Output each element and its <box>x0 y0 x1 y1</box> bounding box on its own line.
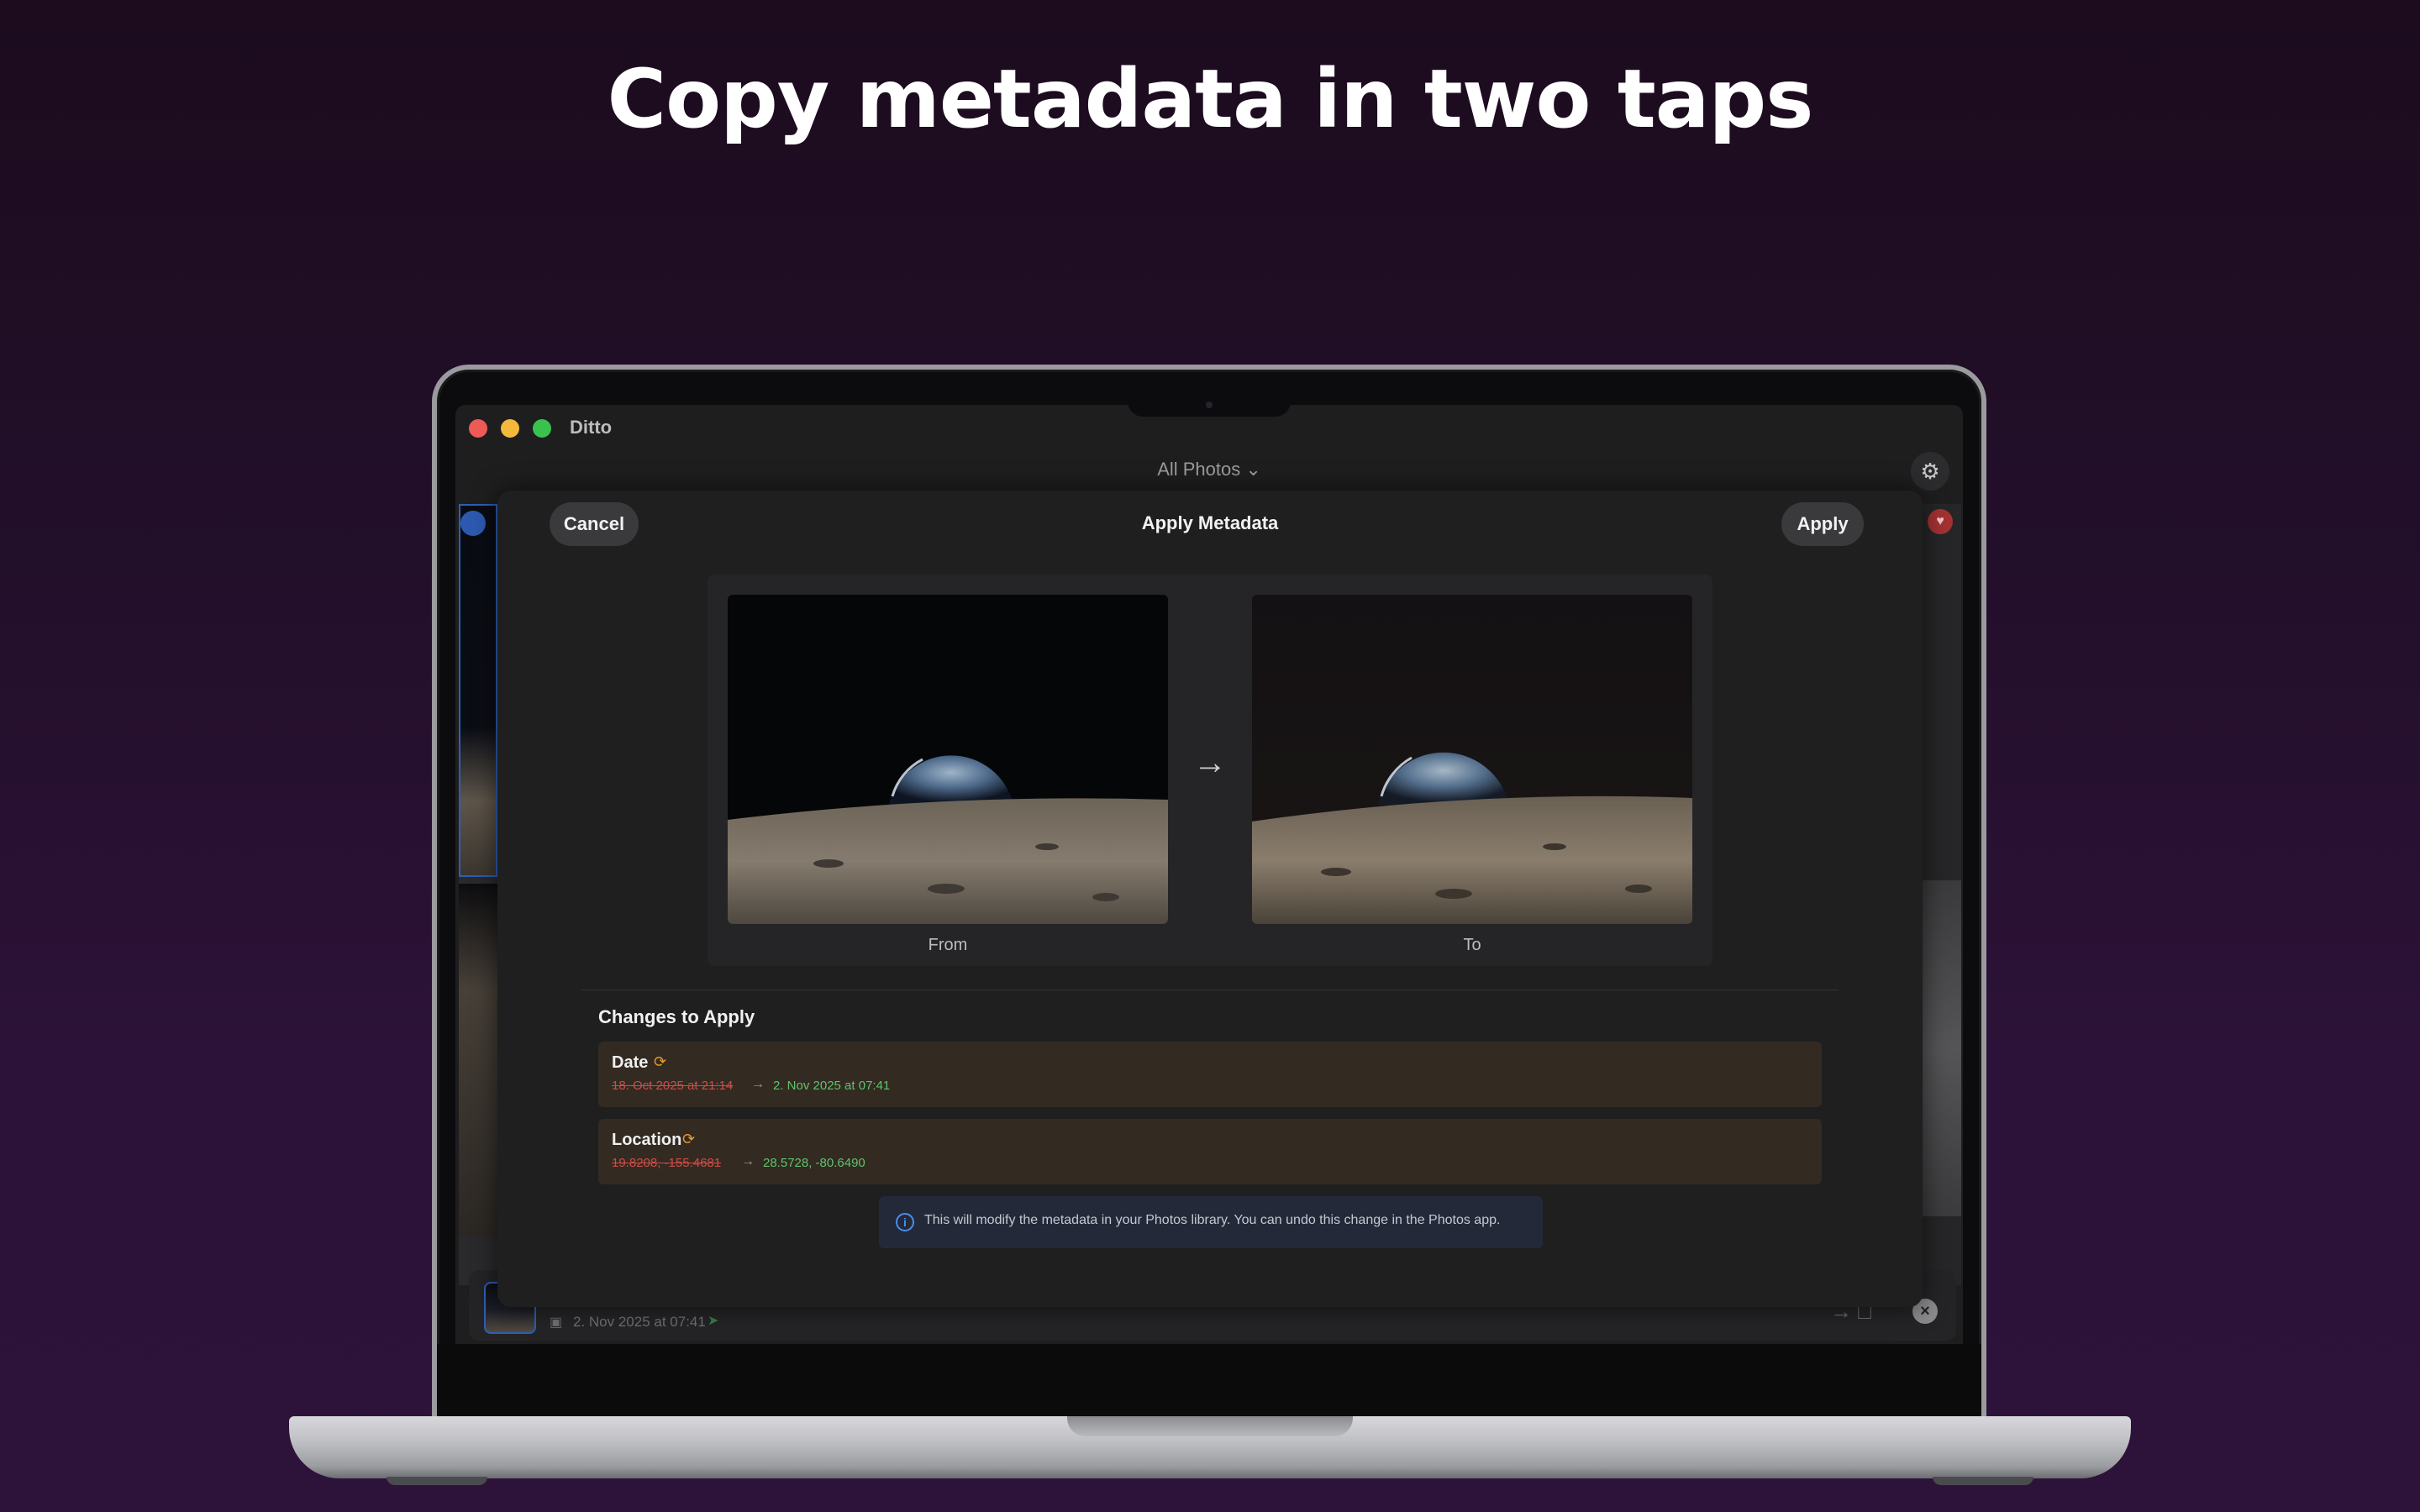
arrow-right-icon: → <box>741 1154 755 1168</box>
photo-comparison: From → To <box>708 575 1712 966</box>
to-caption: To <box>1463 936 1481 954</box>
settings-button[interactable]: ⚙ <box>1911 452 1949 491</box>
bottom-bar-date: 2. Nov 2025 at 07:41 <box>573 1314 706 1330</box>
heart-icon: ♥ <box>1928 509 1953 534</box>
laptop-foot-left <box>387 1477 487 1485</box>
laptop-opening-notch <box>1067 1416 1353 1436</box>
sheet-title: Apply Metadata <box>1141 512 1279 533</box>
apply-button[interactable]: Apply <box>1781 502 1864 546</box>
laptop-screen: Ditto All Photos ⌄ ⚙ ♥ ▣ 2. Nov 2025 at … <box>455 405 1963 1344</box>
background-photo-thumbnail[interactable] <box>1921 880 1961 1216</box>
change-row-date: Date ⟳ 18. Oct 2025 at 21:14 → 2. Nov 20… <box>598 1042 1822 1107</box>
laptop-foot-right <box>1933 1477 2033 1485</box>
laptop-chin <box>437 1344 1981 1416</box>
info-text: This will modify the metadata in your Ph… <box>924 1213 1501 1227</box>
change-label: Date <box>612 1053 649 1072</box>
info-icon: i <box>896 1213 914 1231</box>
album-picker-label: All Photos <box>1157 459 1241 480</box>
gear-icon: ⚙ <box>1920 459 1940 484</box>
zoom-window-button[interactable] <box>533 419 551 438</box>
from-caption: From <box>928 936 968 954</box>
sync-icon: ⟳ <box>682 1131 696 1147</box>
minimize-window-button[interactable] <box>501 419 519 438</box>
info-banner: i This will modify the metadata in your … <box>879 1196 1543 1248</box>
new-value: 28.5728, -80.6490 <box>763 1156 865 1170</box>
changes-title: Changes to Apply <box>598 1006 755 1027</box>
background-photo-thumbnail[interactable] <box>459 504 497 877</box>
chevron-down-icon: ⌄ <box>1245 459 1261 480</box>
old-value: 18. Oct 2025 at 21:14 <box>612 1079 734 1093</box>
background-photo-thumbnail[interactable] <box>459 884 497 1236</box>
sync-icon: ⟳ <box>654 1053 667 1070</box>
close-icon: × <box>1920 1302 1930 1320</box>
album-picker[interactable]: All Photos ⌄ <box>455 459 1963 480</box>
location-arrow-icon: ➤ <box>708 1314 719 1328</box>
camera-icon <box>1206 402 1213 408</box>
source-photo <box>728 595 1168 924</box>
close-window-button[interactable] <box>469 419 487 438</box>
new-value: 2. Nov 2025 at 07:41 <box>773 1079 891 1093</box>
selection-badge-icon <box>460 511 486 536</box>
target-photo <box>1252 595 1692 924</box>
change-label: Location <box>612 1131 682 1149</box>
app-title: Ditto <box>570 417 613 438</box>
arrow-right-icon: → <box>751 1077 765 1091</box>
headline: Copy metadata in two taps <box>607 52 1814 146</box>
change-row-location: Location ⟳ 19.8208, -155.4681 → 28.5728,… <box>598 1119 1822 1184</box>
old-value: 19.8208, -155.4681 <box>612 1156 722 1170</box>
camera-notch <box>1128 395 1291 417</box>
apply-metadata-sheet: Cancel Apply Metadata Apply From → To Ch… <box>497 491 1923 1307</box>
calendar-icon: ▣ <box>550 1315 563 1330</box>
arrow-right-icon: → <box>1193 744 1227 781</box>
